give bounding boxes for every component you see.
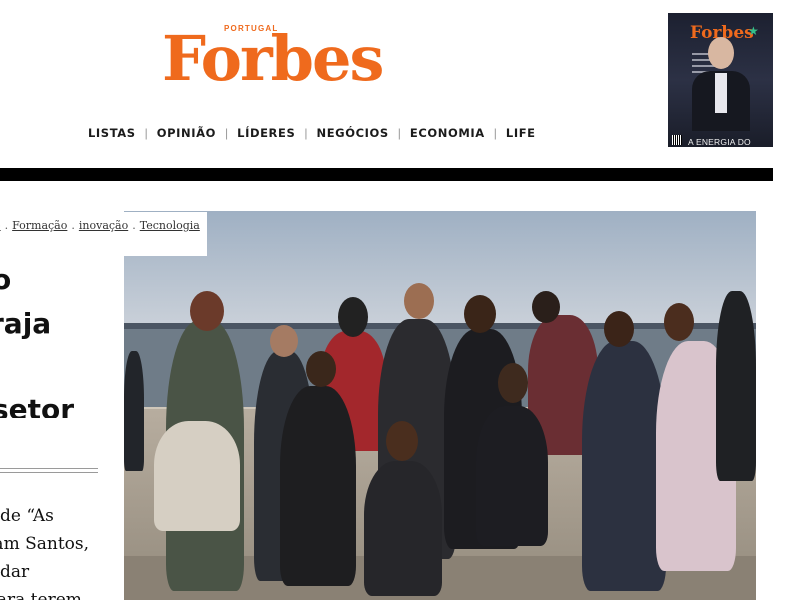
photo-person-head (386, 421, 418, 461)
logo-wordmark: Forbes (162, 22, 384, 95)
article-headline: o raja setor (0, 258, 124, 418)
nav-item-negocios[interactable]: NEGÓCIOS (316, 126, 388, 140)
nav-separator: | (225, 126, 229, 140)
excerpt-line: iam Santos, (0, 534, 90, 554)
barcode-icon (672, 135, 682, 145)
photo-person (582, 341, 666, 591)
photo-person (280, 386, 356, 586)
nav-separator: | (493, 126, 497, 140)
tag-link[interactable]: o (0, 219, 1, 232)
tag-link-formacao[interactable]: Formação (12, 219, 67, 232)
magazine-cover[interactable]: Forbes ★ A ENERGIA DO FUTURO (668, 13, 773, 147)
main-nav: LISTAS | OPINIÃO | LÍDERES | NEGÓCIOS | … (88, 126, 536, 140)
headline-line: o (0, 263, 12, 296)
tag-separator: . (132, 219, 136, 232)
photo-person-head (604, 311, 634, 347)
headline-divider (0, 468, 98, 476)
excerpt-line: dar (0, 562, 30, 582)
article-excerpt: de “As iam Santos, dar para terem (0, 502, 124, 600)
photo-person (476, 406, 548, 546)
photo-person-head (270, 325, 298, 357)
nav-item-lideres[interactable]: LÍDERES (237, 126, 295, 140)
photo-person (716, 291, 756, 481)
tag-separator: . (4, 219, 9, 232)
nav-item-listas[interactable]: LISTAS (88, 126, 136, 140)
nav-separator: | (397, 126, 401, 140)
article-tags: o.Formação.inovação.Tecnologia (0, 212, 207, 256)
nav-separator: | (304, 126, 308, 140)
cover-person-head (708, 37, 734, 69)
photo-person (154, 421, 240, 531)
nav-item-opiniao[interactable]: OPINIÃO (157, 126, 216, 140)
photo-person-head (664, 303, 694, 341)
headline-line: raja (0, 307, 52, 340)
photo-person-head (190, 291, 224, 331)
headline-line: setor (0, 393, 75, 418)
cover-star-icon: ★ (748, 24, 759, 38)
photo-person-head (532, 291, 560, 323)
nav-separator: | (144, 126, 148, 140)
photo-person-head (464, 295, 496, 333)
photo-person-head (338, 297, 368, 337)
tag-link-inovacao[interactable]: inovação (79, 219, 128, 232)
excerpt-line: para terem (0, 590, 82, 600)
photo-person (124, 351, 144, 471)
photo-person-head (498, 363, 528, 403)
tag-link-tecnologia[interactable]: Tecnologia (140, 219, 200, 232)
nav-item-life[interactable]: LIFE (506, 126, 536, 140)
tag-separator: . (71, 219, 75, 232)
photo-person-head (404, 283, 434, 319)
cover-tagline: A ENERGIA DO FUTURO (688, 137, 751, 147)
nav-item-economia[interactable]: ECONOMIA (410, 126, 485, 140)
photo-person (364, 461, 442, 596)
article-photo (124, 211, 756, 600)
headline-line (0, 346, 124, 388)
photo-person-head (306, 351, 336, 387)
excerpt-line: de “As (0, 506, 54, 526)
header-divider (0, 168, 773, 181)
cover-person-shirt (715, 73, 727, 113)
forbes-logo[interactable]: PORTUGAL Forbes (162, 24, 402, 94)
